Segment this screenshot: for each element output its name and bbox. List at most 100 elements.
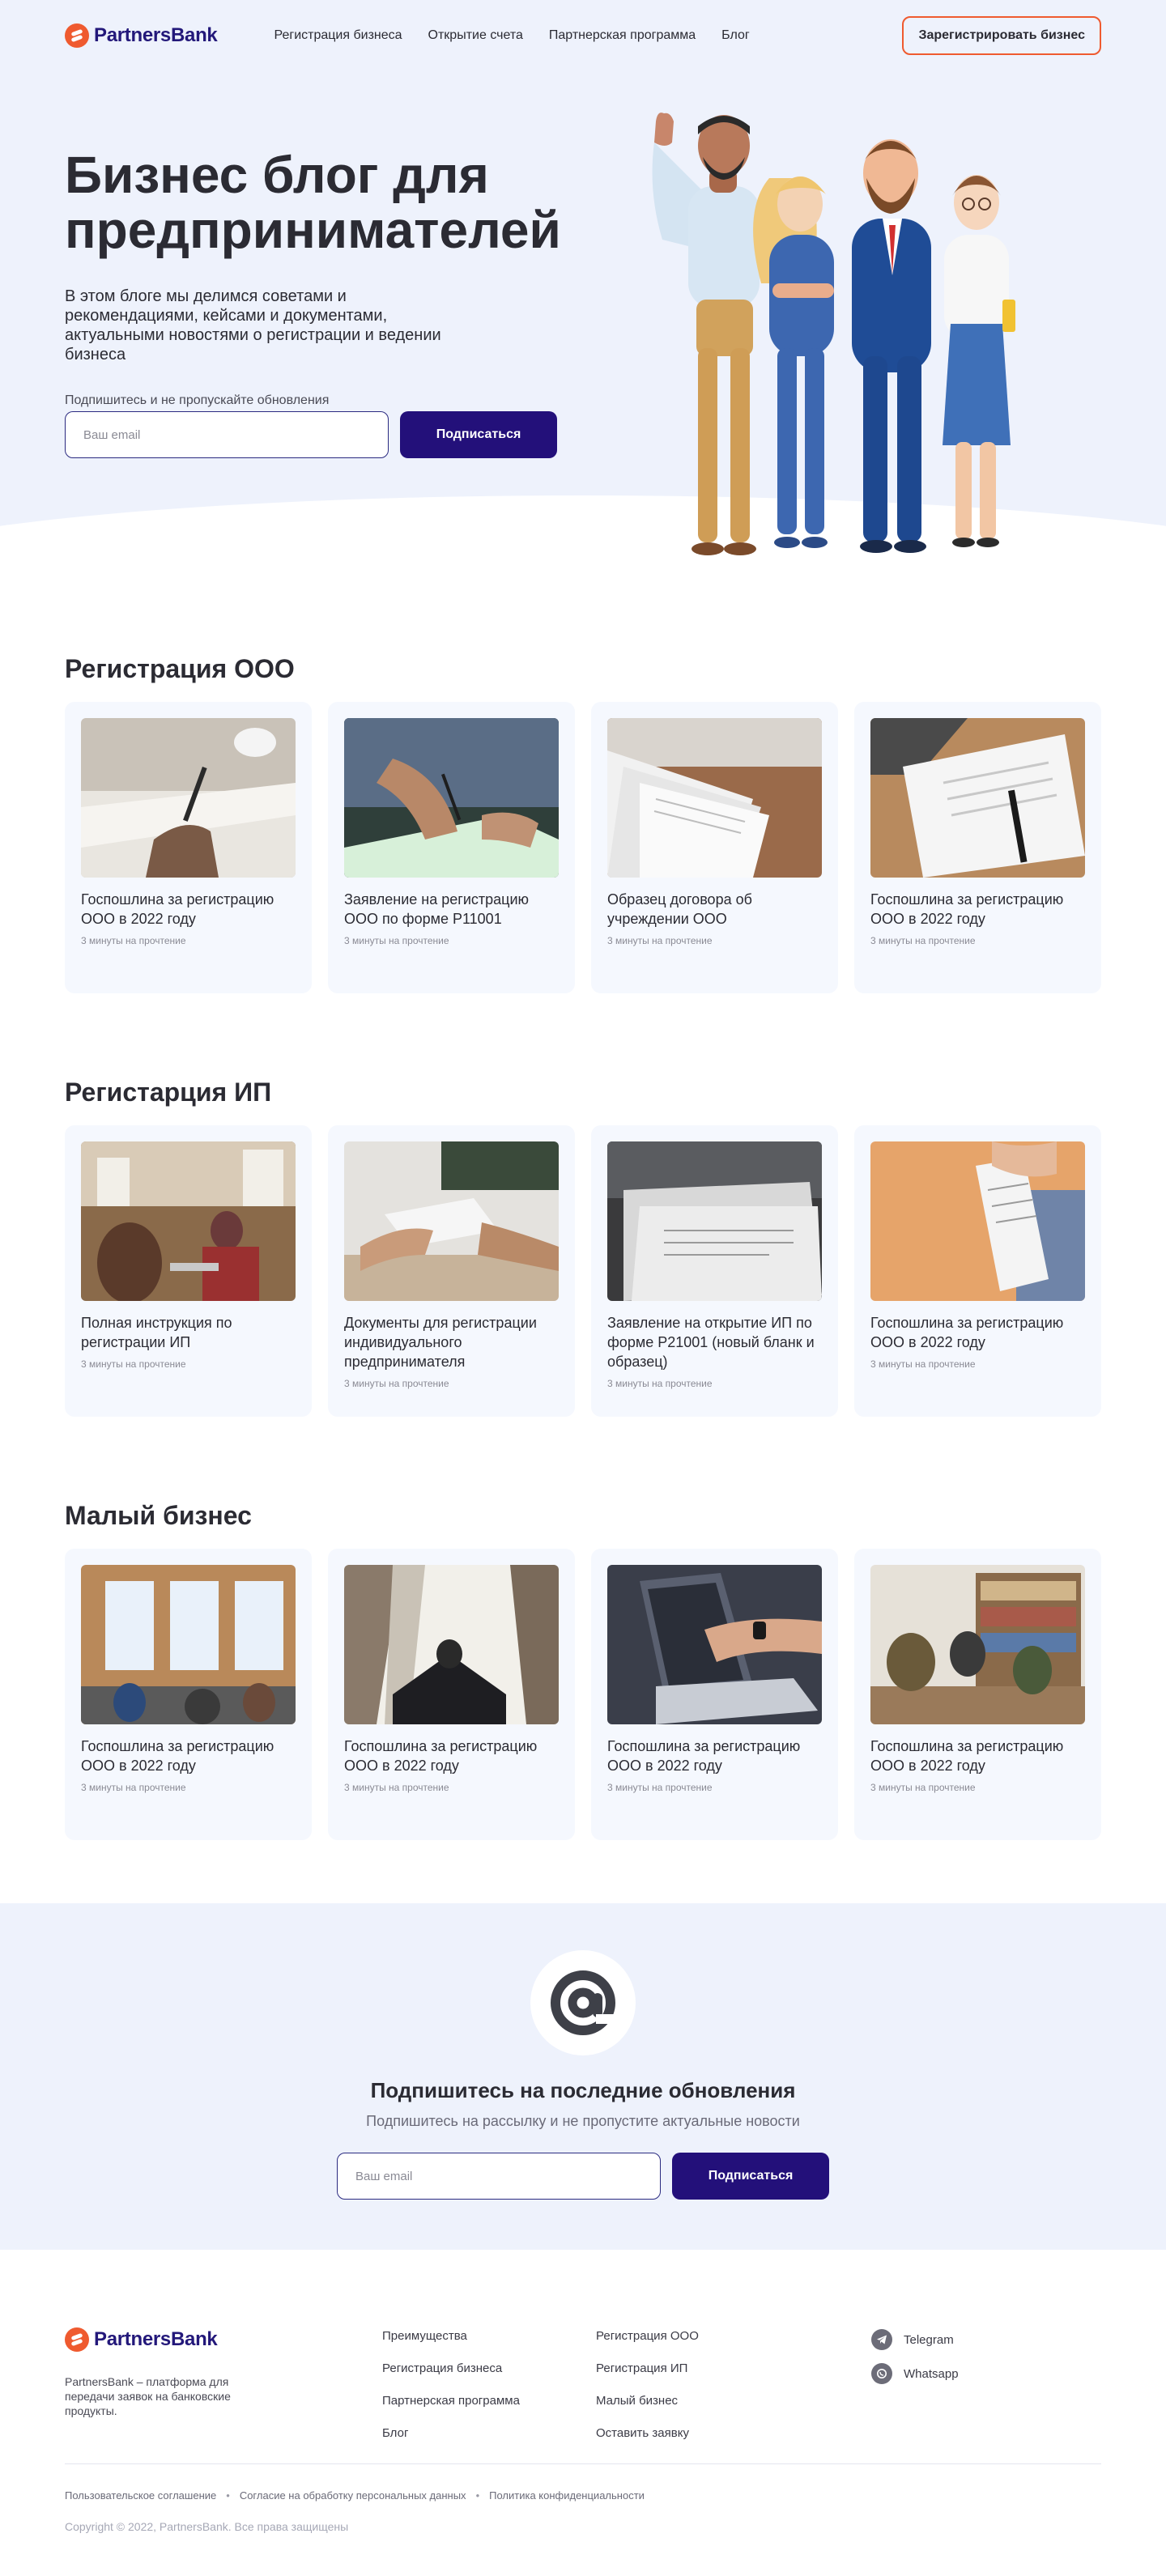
telegram-icon (871, 2329, 892, 2350)
card-list: Госпошлина за регистрацию ООО в 2022 год… (65, 702, 1101, 993)
article-card[interactable]: Госпошлина за регистрацию ООО в 2022 год… (65, 702, 312, 993)
card-read-time: 3 минуты на прочтение (870, 1358, 976, 1370)
privacy-policy-link[interactable]: Политика конфиденциальности (489, 2489, 645, 2502)
logo-text: PartnersBank (94, 24, 218, 46)
office-meeting-image (81, 1565, 296, 1724)
article-card[interactable]: Заявление на регистрацию ООО по форме Р1… (328, 702, 575, 993)
footer-links-main: Преимущества Регистрация бизнеса Партнер… (382, 2329, 520, 2440)
footer-link-llc-registration[interactable]: Регистрация ООО (596, 2329, 699, 2343)
footer-divider (65, 2463, 1101, 2464)
card-title: Полная инструкция по регистрации ИП (81, 1315, 232, 1350)
nav-item-account-opening[interactable]: Открытие счета (428, 28, 523, 43)
article-card[interactable]: Госпошлина за регистрацию ООО в 2022 год… (65, 1549, 312, 1840)
at-sign-icon (551, 1970, 615, 2035)
separator-dot: • (475, 2489, 480, 2502)
section-ie-registration: Регистарция ИП Полная инструкция по реги… (0, 1078, 1166, 1417)
papers-on-desk-image (607, 718, 822, 878)
suit-man-figure (852, 139, 931, 553)
register-business-button[interactable]: Зарегистрировать бизнес (902, 16, 1101, 55)
separator-dot: • (226, 2489, 230, 2502)
footer-link-small-business[interactable]: Малый бизнес (596, 2394, 699, 2408)
card-title: Госпошлина за регистрацию ООО в 2022 год… (81, 891, 274, 927)
passing-documents-image (344, 1141, 559, 1301)
article-card[interactable]: Образец договора об учреждении ООО 3 мин… (591, 702, 838, 993)
people-in-library-image (870, 1565, 1085, 1724)
card-read-time: 3 минуты на прочтение (607, 1782, 713, 1793)
card-read-time: 3 минуты на прочтение (344, 1378, 449, 1389)
card-title: Госпошлина за регистрацию ООО в 2022 год… (344, 1738, 538, 1774)
card-read-time: 3 минуты на прочтение (81, 1782, 186, 1793)
section-llc-registration: Регистрация ООО Госпошлина за регистраци… (0, 654, 1166, 993)
telegram-label: Telegram (904, 2332, 954, 2347)
nav-item-business-registration[interactable]: Регистрация бизнеса (274, 28, 402, 43)
footer-link-business-registration[interactable]: Регистрация бизнеса (382, 2361, 520, 2375)
footer-legal-links: Пользовательское соглашение • Согласие н… (65, 2489, 645, 2502)
footer-logo[interactable]: PartnersBank (65, 2327, 218, 2352)
footer-links-blog: Регистрация ООО Регистрация ИП Малый биз… (596, 2329, 699, 2440)
article-card[interactable]: Полная инструкция по регистрации ИП 3 ми… (65, 1125, 312, 1417)
site-footer: PartnersBank PartnersBank – платформа дл… (0, 2250, 1166, 2557)
footer-description: PartnersBank – платформа для передачи за… (65, 2375, 231, 2417)
card-title: Заявление на открытие ИП по форме Р21001… (607, 1315, 815, 1370)
subscribe-section: Подпишитесь на последние обновления Подп… (0, 1903, 1166, 2250)
logo-icon (65, 2327, 89, 2352)
footer-link-partner-program[interactable]: Партнерская программа (382, 2394, 520, 2408)
page-title: Бизнес блог для предпринимателей (65, 146, 561, 259)
article-card[interactable]: Госпошлина за регистрацию ООО в 2022 год… (854, 702, 1101, 993)
section-small-business: Малый бизнес Госпошлина за регистрацию О… (0, 1501, 1166, 1840)
telegram-link[interactable]: Telegram (871, 2329, 959, 2350)
footer-link-leave-request[interactable]: Оставить заявку (596, 2426, 699, 2440)
article-card[interactable]: Документы для регистрации индивидуальног… (328, 1125, 575, 1417)
blonde-woman-figure (753, 176, 834, 548)
whatsapp-label: Whatsapp (904, 2366, 959, 2381)
article-card[interactable]: Госпошлина за регистрацию ООО в 2022 год… (854, 1125, 1101, 1417)
business-people-illustration (652, 113, 1015, 555)
card-read-time: 3 минуты на прочтение (870, 1782, 976, 1793)
article-card[interactable]: Госпошлина за регистрацию ООО в 2022 год… (328, 1549, 575, 1840)
signing-document-image (344, 718, 559, 878)
receipt-in-hand-image (870, 1141, 1085, 1301)
man-among-skyscrapers-image (344, 1565, 559, 1724)
card-read-time: 3 минуты на прочтение (607, 1378, 713, 1389)
card-title: Госпошлина за регистрацию ООО в 2022 год… (607, 1738, 801, 1774)
card-title: Образец договора об учреждении ООО (607, 891, 752, 927)
card-list: Госпошлина за регистрацию ООО в 2022 год… (65, 1549, 1101, 1840)
user-agreement-link[interactable]: Пользовательское соглашение (65, 2489, 216, 2502)
hero-subscribe-button[interactable]: Подписаться (400, 411, 557, 458)
main-nav: Регистрация бизнеса Открытие счета Партн… (274, 28, 749, 43)
article-card[interactable]: Госпошлина за регистрацию ООО в 2022 год… (591, 1549, 838, 1840)
nav-item-partner-program[interactable]: Партнерская программа (549, 28, 696, 43)
subscribe-button[interactable]: Подписаться (672, 2153, 829, 2200)
glasses-woman-figure (943, 175, 1015, 547)
subscribe-email-input[interactable] (337, 2153, 661, 2200)
hero-subscribe-label: Подпишитесь и не пропускайте обновления (65, 393, 330, 407)
logo[interactable]: PartnersBank (65, 23, 218, 48)
at-sign-badge (530, 1950, 636, 2055)
nav-item-blog[interactable]: Блог (721, 28, 750, 43)
section-title: Регистрация ООО (65, 654, 295, 683)
personal-data-consent-link[interactable]: Согласие на обработку персональных данны… (240, 2489, 466, 2502)
card-read-time: 3 минуты на прочтение (870, 935, 976, 946)
footer-link-blog[interactable]: Блог (382, 2426, 520, 2440)
logo-text: PartnersBank (94, 2328, 218, 2350)
article-card[interactable]: Заявление на открытие ИП по форме Р21001… (591, 1125, 838, 1417)
footer-social: Telegram Whatsapp (871, 2329, 959, 2384)
footer-link-ie-registration[interactable]: Регистрация ИП (596, 2361, 699, 2375)
hand-writing-notebook-image (81, 718, 296, 878)
section-title: Малый бизнес (65, 1501, 252, 1530)
waving-man-figure (652, 113, 760, 555)
hero-email-input[interactable] (65, 411, 389, 458)
card-read-time: 3 минуты на прочтение (607, 935, 713, 946)
footer-link-advantages[interactable]: Преимущества (382, 2329, 520, 2343)
whatsapp-icon (871, 2363, 892, 2384)
hero-description: В этом блоге мы делимся советами и реком… (65, 287, 441, 363)
card-title: Госпошлина за регистрацию ООО в 2022 год… (870, 1738, 1064, 1774)
whatsapp-link[interactable]: Whatsapp (871, 2363, 959, 2384)
card-title: Документы для регистрации индивидуальног… (344, 1315, 537, 1370)
card-read-time: 3 минуты на прочтение (344, 935, 449, 946)
laptop-hands-image (607, 1565, 822, 1724)
form-with-pen-image (870, 718, 1085, 878)
logo-icon (65, 23, 89, 48)
article-card[interactable]: Госпошлина за регистрацию ООО в 2022 год… (854, 1549, 1101, 1840)
hero-section: PartnersBank Регистрация бизнеса Открыти… (0, 0, 1166, 575)
